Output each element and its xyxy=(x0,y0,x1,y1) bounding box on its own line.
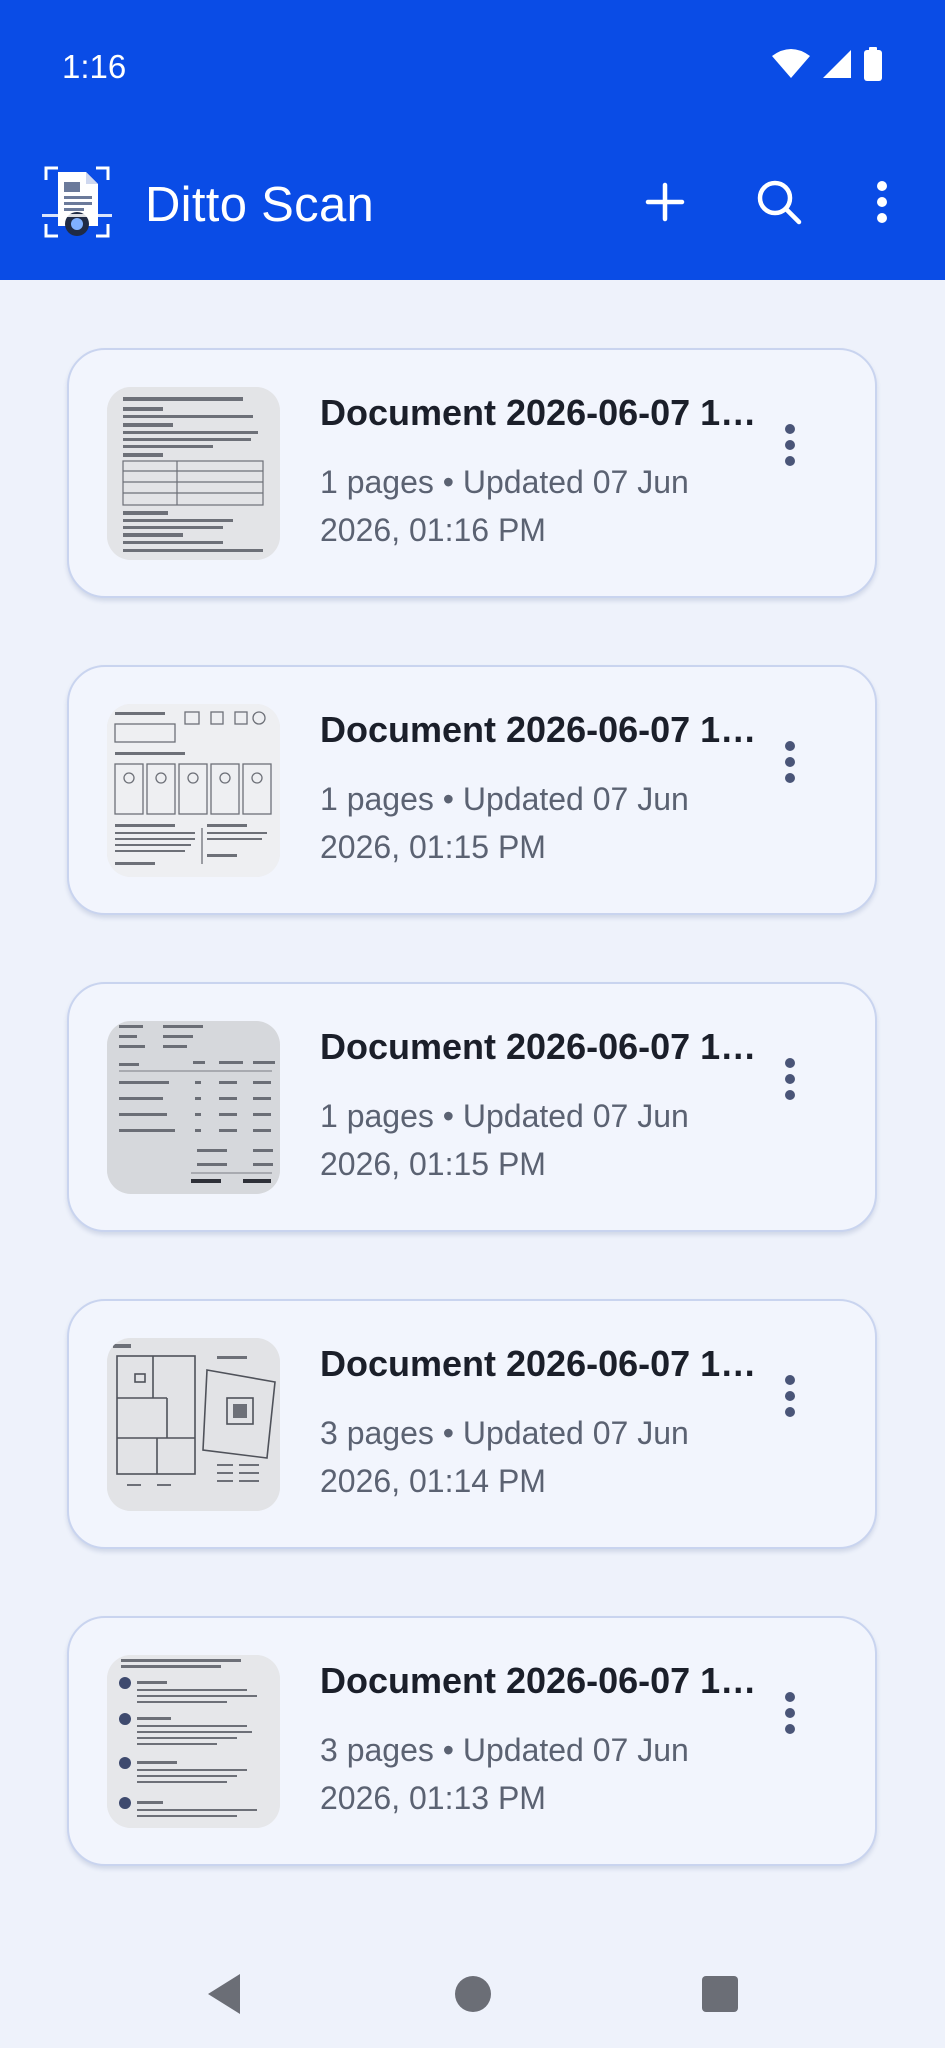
status-time: 1:16 xyxy=(62,48,127,85)
document-card[interactable]: Document 2026-06-07 13:15 1 pages • Upda… xyxy=(67,982,877,1232)
toolbar: Ditto Scan xyxy=(0,150,945,260)
document-title: Document 2026-06-07 13:15 xyxy=(320,1026,760,1067)
status-icons xyxy=(771,46,883,86)
document-meta: 1 pages • Updated 07 Jun 2026, 01:15 PM xyxy=(320,1098,689,1182)
home-icon[interactable] xyxy=(449,1970,497,2018)
document-meta: 3 pages • Updated 07 Jun 2026, 01:14 PM xyxy=(320,1415,689,1499)
document-title: Document 2026-06-07 13:16 xyxy=(320,392,760,433)
signal-icon xyxy=(821,48,853,85)
back-icon[interactable] xyxy=(200,1970,248,2018)
add-icon[interactable] xyxy=(633,170,697,234)
document-card[interactable]: Document 2026-06-07 13:15 1 pages • Upda… xyxy=(67,665,877,915)
more-vert-icon[interactable] xyxy=(766,1678,814,1748)
more-vert-icon[interactable] xyxy=(766,410,814,480)
app-title: Ditto Scan xyxy=(145,178,375,232)
document-title: Document 2026-06-07 13:15 xyxy=(320,709,760,750)
document-thumbnail xyxy=(107,387,280,560)
document-title: Document 2026-06-07 13:14 xyxy=(320,1343,760,1384)
system-nav-bar xyxy=(0,1940,945,2048)
document-list: Document 2026-06-07 13:16 1 pages • Upda… xyxy=(67,348,877,1933)
more-vert-icon[interactable] xyxy=(766,1044,814,1114)
document-meta: 1 pages • Updated 07 Jun 2026, 01:16 PM xyxy=(320,464,689,548)
wifi-icon xyxy=(771,48,811,85)
document-meta: 3 pages • Updated 07 Jun 2026, 01:13 PM xyxy=(320,1732,689,1816)
battery-icon xyxy=(863,46,883,86)
document-card[interactable]: Document 2026-06-07 13:13 3 pages • Upda… xyxy=(67,1616,877,1866)
document-card[interactable]: Document 2026-06-07 13:16 1 pages • Upda… xyxy=(67,348,877,598)
document-thumbnail xyxy=(107,1338,280,1511)
app-bar: 1:16 Ditto Scan xyxy=(0,0,945,280)
document-meta: 1 pages • Updated 07 Jun 2026, 01:15 PM xyxy=(320,781,689,865)
document-title: Document 2026-06-07 13:13 xyxy=(320,1660,760,1701)
more-vert-icon[interactable] xyxy=(766,1361,814,1431)
document-thumbnail xyxy=(107,1021,280,1194)
more-vert-icon[interactable] xyxy=(766,727,814,797)
document-thumbnail xyxy=(107,704,280,877)
more-vert-icon[interactable] xyxy=(850,170,914,234)
recents-icon[interactable] xyxy=(696,1970,744,2018)
document-card[interactable]: Document 2026-06-07 13:14 3 pages • Upda… xyxy=(67,1299,877,1549)
app-logo-icon xyxy=(42,164,112,240)
search-icon[interactable] xyxy=(747,170,811,234)
document-thumbnail xyxy=(107,1655,280,1828)
